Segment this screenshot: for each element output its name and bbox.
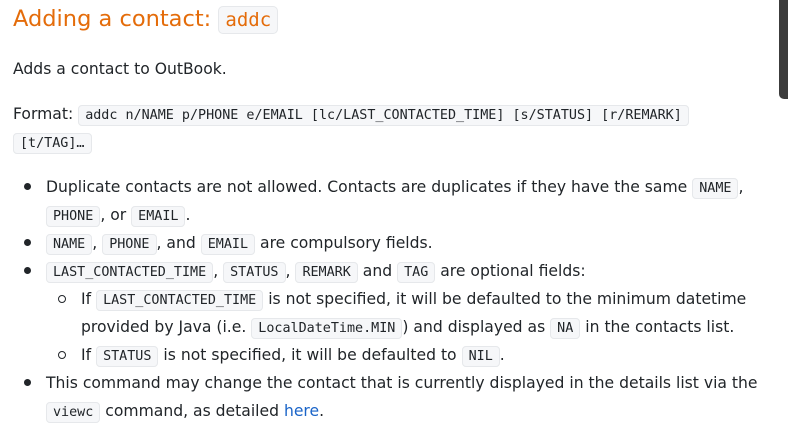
bullet-dot: [24, 239, 31, 246]
heading-text: Adding a contact:: [13, 6, 219, 32]
format-line-2: [t/TAG]…: [13, 131, 92, 155]
text: ,: [213, 262, 219, 280]
format-label: Format:: [13, 105, 74, 123]
text: ,: [738, 178, 744, 196]
code-status: STATUS: [223, 262, 286, 283]
section-heading: Adding a contact: addc: [13, 3, 279, 36]
code-na: NA: [550, 318, 581, 339]
code-nil: NIL: [461, 346, 500, 367]
code-localdatetime: LocalDateTime.MIN: [251, 318, 403, 339]
sub-bullet-last-contacted-line1: If LAST_CONTACTED_TIME is not specified,…: [81, 288, 746, 312]
code-email: EMAIL: [200, 234, 256, 255]
format-code-1: addc n/NAME p/PHONE e/EMAIL [lc/LAST_CON…: [78, 105, 689, 126]
text: are optional fields:: [440, 262, 586, 280]
text: is not specified, it will be defaulted t…: [163, 346, 457, 364]
code-remark: REMARK: [295, 262, 358, 283]
bullet-viewc-line2: viewc command, as detailed here.: [46, 400, 324, 424]
text: command, as detailed: [105, 402, 279, 420]
text: .: [319, 402, 325, 420]
format-line-1: Format: addc n/NAME p/PHONE e/EMAIL [lc/…: [13, 103, 689, 127]
text: , or: [100, 206, 127, 224]
code-email: EMAIL: [131, 206, 186, 227]
bullet-compulsory: NAME, PHONE, and EMAIL are compulsory fi…: [46, 232, 433, 256]
description: Adds a contact to OutBook.: [13, 60, 227, 78]
sub-bullet-ring: [58, 351, 66, 359]
text: are compulsory fields.: [260, 234, 433, 252]
sub-bullet-status: If STATUS is not specified, it will be d…: [81, 344, 505, 368]
bullet-duplicates-line2: PHONE, or EMAIL.: [46, 204, 190, 228]
heading-code: addc: [218, 6, 279, 34]
text: .: [499, 346, 505, 364]
sub-bullet-ring: [58, 295, 66, 303]
bullet-duplicates-line1: Duplicate contacts are not allowed. Cont…: [46, 176, 743, 200]
code-phone: PHONE: [102, 234, 157, 255]
here-link[interactable]: here: [284, 402, 319, 420]
bullet-dot: [24, 267, 31, 274]
bullet-viewc-line1: This command may change the contact that…: [46, 372, 758, 394]
code-last-contacted: LAST_CONTACTED_TIME: [46, 262, 214, 283]
code-phone: PHONE: [46, 206, 101, 227]
text: in the contacts list.: [585, 318, 735, 336]
sub-bullet-last-contacted-line2: provided by Java (i.e. LocalDateTime.MIN…: [81, 316, 734, 340]
text: ,: [285, 262, 291, 280]
code-viewc: viewc: [46, 402, 101, 423]
text: provided by Java (i.e.: [81, 318, 247, 336]
code-tag: TAG: [397, 262, 436, 283]
code-last-contacted: LAST_CONTACTED_TIME: [96, 290, 264, 311]
bullet-dot: [24, 183, 31, 190]
code-name: NAME: [692, 178, 739, 199]
text: If: [81, 346, 92, 364]
text: .: [185, 206, 191, 224]
text: If: [81, 290, 92, 308]
format-code-2: [t/TAG]…: [13, 133, 92, 154]
bullet-dot: [24, 379, 31, 386]
text: This command may change the contact that…: [46, 374, 758, 392]
code-name: NAME: [46, 234, 93, 255]
scrollbar[interactable]: [779, 0, 788, 99]
text: Duplicate contacts are not allowed. Cont…: [46, 178, 688, 196]
bullet-optional: LAST_CONTACTED_TIME, STATUS, REMARK and …: [46, 260, 586, 284]
code-status: STATUS: [96, 346, 159, 367]
text: ,: [92, 234, 98, 252]
text: ) and displayed as: [402, 318, 546, 336]
text: and: [362, 262, 393, 280]
text: , and: [156, 234, 196, 252]
text: is not specified, it will be defaulted t…: [268, 290, 747, 308]
